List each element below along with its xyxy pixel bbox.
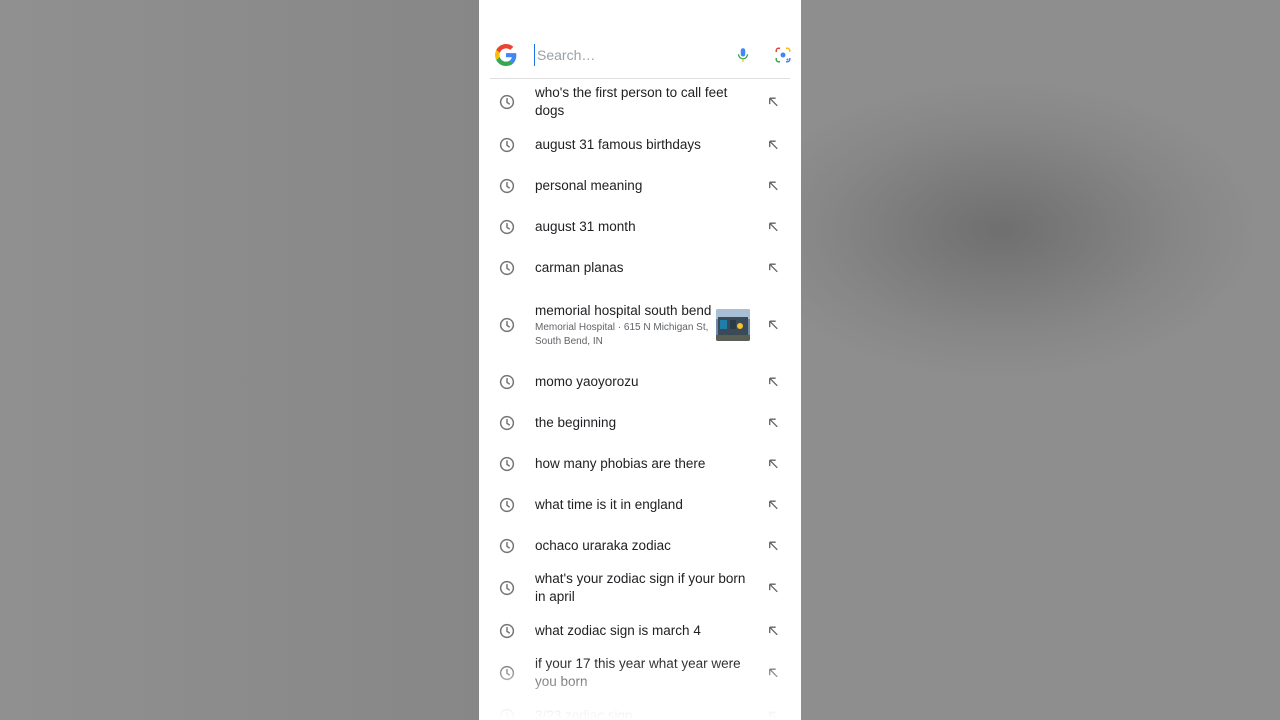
- suggestion-text: if your 17 this year what year were you …: [535, 656, 741, 689]
- suggestion-item[interactable]: what time is it in england: [479, 484, 801, 525]
- building-photo-icon: [716, 309, 750, 341]
- place-thumbnail: [716, 309, 750, 341]
- suggestion-text: personal meaning: [535, 177, 643, 193]
- mic-icon[interactable]: [734, 46, 752, 64]
- suggestion-text: what zodiac sign is march 4: [535, 622, 701, 638]
- suggestion-text: august 31 famous birthdays: [535, 136, 701, 152]
- arrow-up-left-icon[interactable]: [767, 416, 780, 429]
- suggestion-item[interactable]: personal meaning: [479, 165, 801, 206]
- camera-lens-icon[interactable]: [774, 46, 792, 64]
- suggestion-text: what time is it in england: [535, 496, 683, 512]
- arrow-up-left-icon[interactable]: [767, 220, 780, 233]
- suggestion-item[interactable]: how many phobias are there: [479, 443, 801, 484]
- arrow-up-left-icon[interactable]: [767, 539, 780, 552]
- suggestion-text: the beginning: [535, 414, 617, 430]
- suggestion-item[interactable]: ochaco uraraka zodiac: [479, 525, 801, 566]
- clock-icon: [499, 137, 515, 152]
- suggestion-item[interactable]: who's the first person to call feet dogs: [479, 80, 801, 124]
- clock-icon: [499, 708, 515, 720]
- suggestion-item[interactable]: what zodiac sign is march 4: [479, 610, 801, 651]
- suggestion-item[interactable]: carman planas: [479, 247, 801, 288]
- clock-icon: [499, 580, 515, 596]
- clock-icon: [499, 456, 515, 471]
- suggestion-text: ochaco uraraka zodiac: [535, 537, 671, 553]
- suggestion-item[interactable]: if your 17 this year what year were you …: [479, 651, 801, 695]
- suggestion-text-block: memorial hospital south bend Memorial Ho…: [535, 302, 713, 349]
- clock-icon: [499, 374, 515, 390]
- suggestion-item-with-place[interactable]: memorial hospital south bend Memorial Ho…: [479, 288, 801, 362]
- suggestion-text: momo yaoyorozu: [535, 374, 639, 389]
- suggestion-text: memorial hospital south bend: [535, 302, 712, 318]
- arrow-up-left-icon[interactable]: [767, 376, 780, 389]
- suggestion-item[interactable]: 3/23 zodiac sign: [479, 695, 801, 720]
- search-bar: [490, 32, 792, 79]
- clock-icon: [499, 219, 515, 234]
- clock-icon: [499, 497, 515, 512]
- arrow-up-left-icon[interactable]: [767, 138, 780, 151]
- suggestion-subtitle: Memorial Hospital · 615 N Michigan St, S…: [535, 321, 709, 347]
- suggestion-item[interactable]: momo yaoyorozu: [479, 362, 801, 402]
- arrow-up-left-icon[interactable]: [767, 261, 780, 274]
- clock-icon: [499, 94, 515, 110]
- suggestion-text: what's your zodiac sign if your born in …: [535, 571, 746, 604]
- suggestion-text: who's the first person to call feet dogs: [535, 85, 728, 118]
- arrow-up-left-icon[interactable]: [767, 582, 780, 595]
- suggestion-item[interactable]: august 31 month: [479, 206, 801, 247]
- arrow-up-left-icon[interactable]: [767, 457, 780, 470]
- clock-icon: [499, 538, 515, 553]
- suggestion-text: 3/23 zodiac sign: [535, 707, 633, 720]
- clock-icon: [499, 178, 515, 193]
- clock-icon: [499, 260, 515, 275]
- arrow-up-left-icon[interactable]: [767, 624, 780, 637]
- arrow-up-left-icon[interactable]: [767, 498, 780, 511]
- suggestion-list: who's the first person to call feet dogs…: [479, 80, 801, 720]
- google-g-logo-icon[interactable]: [495, 44, 517, 66]
- arrow-up-left-icon[interactable]: [767, 319, 780, 332]
- suggestion-item[interactable]: the beginning: [479, 402, 801, 443]
- search-screen: who's the first person to call feet dogs…: [479, 0, 801, 720]
- arrow-up-left-icon[interactable]: [767, 667, 780, 680]
- suggestion-item[interactable]: what's your zodiac sign if your born in …: [479, 566, 801, 610]
- suggestion-text: august 31 month: [535, 218, 636, 234]
- arrow-up-left-icon[interactable]: [767, 709, 780, 720]
- suggestion-item[interactable]: august 31 famous birthdays: [479, 124, 801, 165]
- arrow-up-left-icon[interactable]: [767, 96, 780, 109]
- clock-icon: [499, 665, 515, 681]
- search-input[interactable]: [534, 44, 707, 66]
- suggestion-text: carman planas: [535, 259, 624, 275]
- clock-icon: [499, 623, 515, 638]
- arrow-up-left-icon[interactable]: [767, 179, 780, 192]
- clock-icon: [499, 415, 515, 430]
- clock-icon: [499, 317, 515, 333]
- suggestion-text: how many phobias are there: [535, 455, 706, 471]
- background-blur-left: [0, 0, 479, 720]
- background-blur-right: [801, 0, 1280, 720]
